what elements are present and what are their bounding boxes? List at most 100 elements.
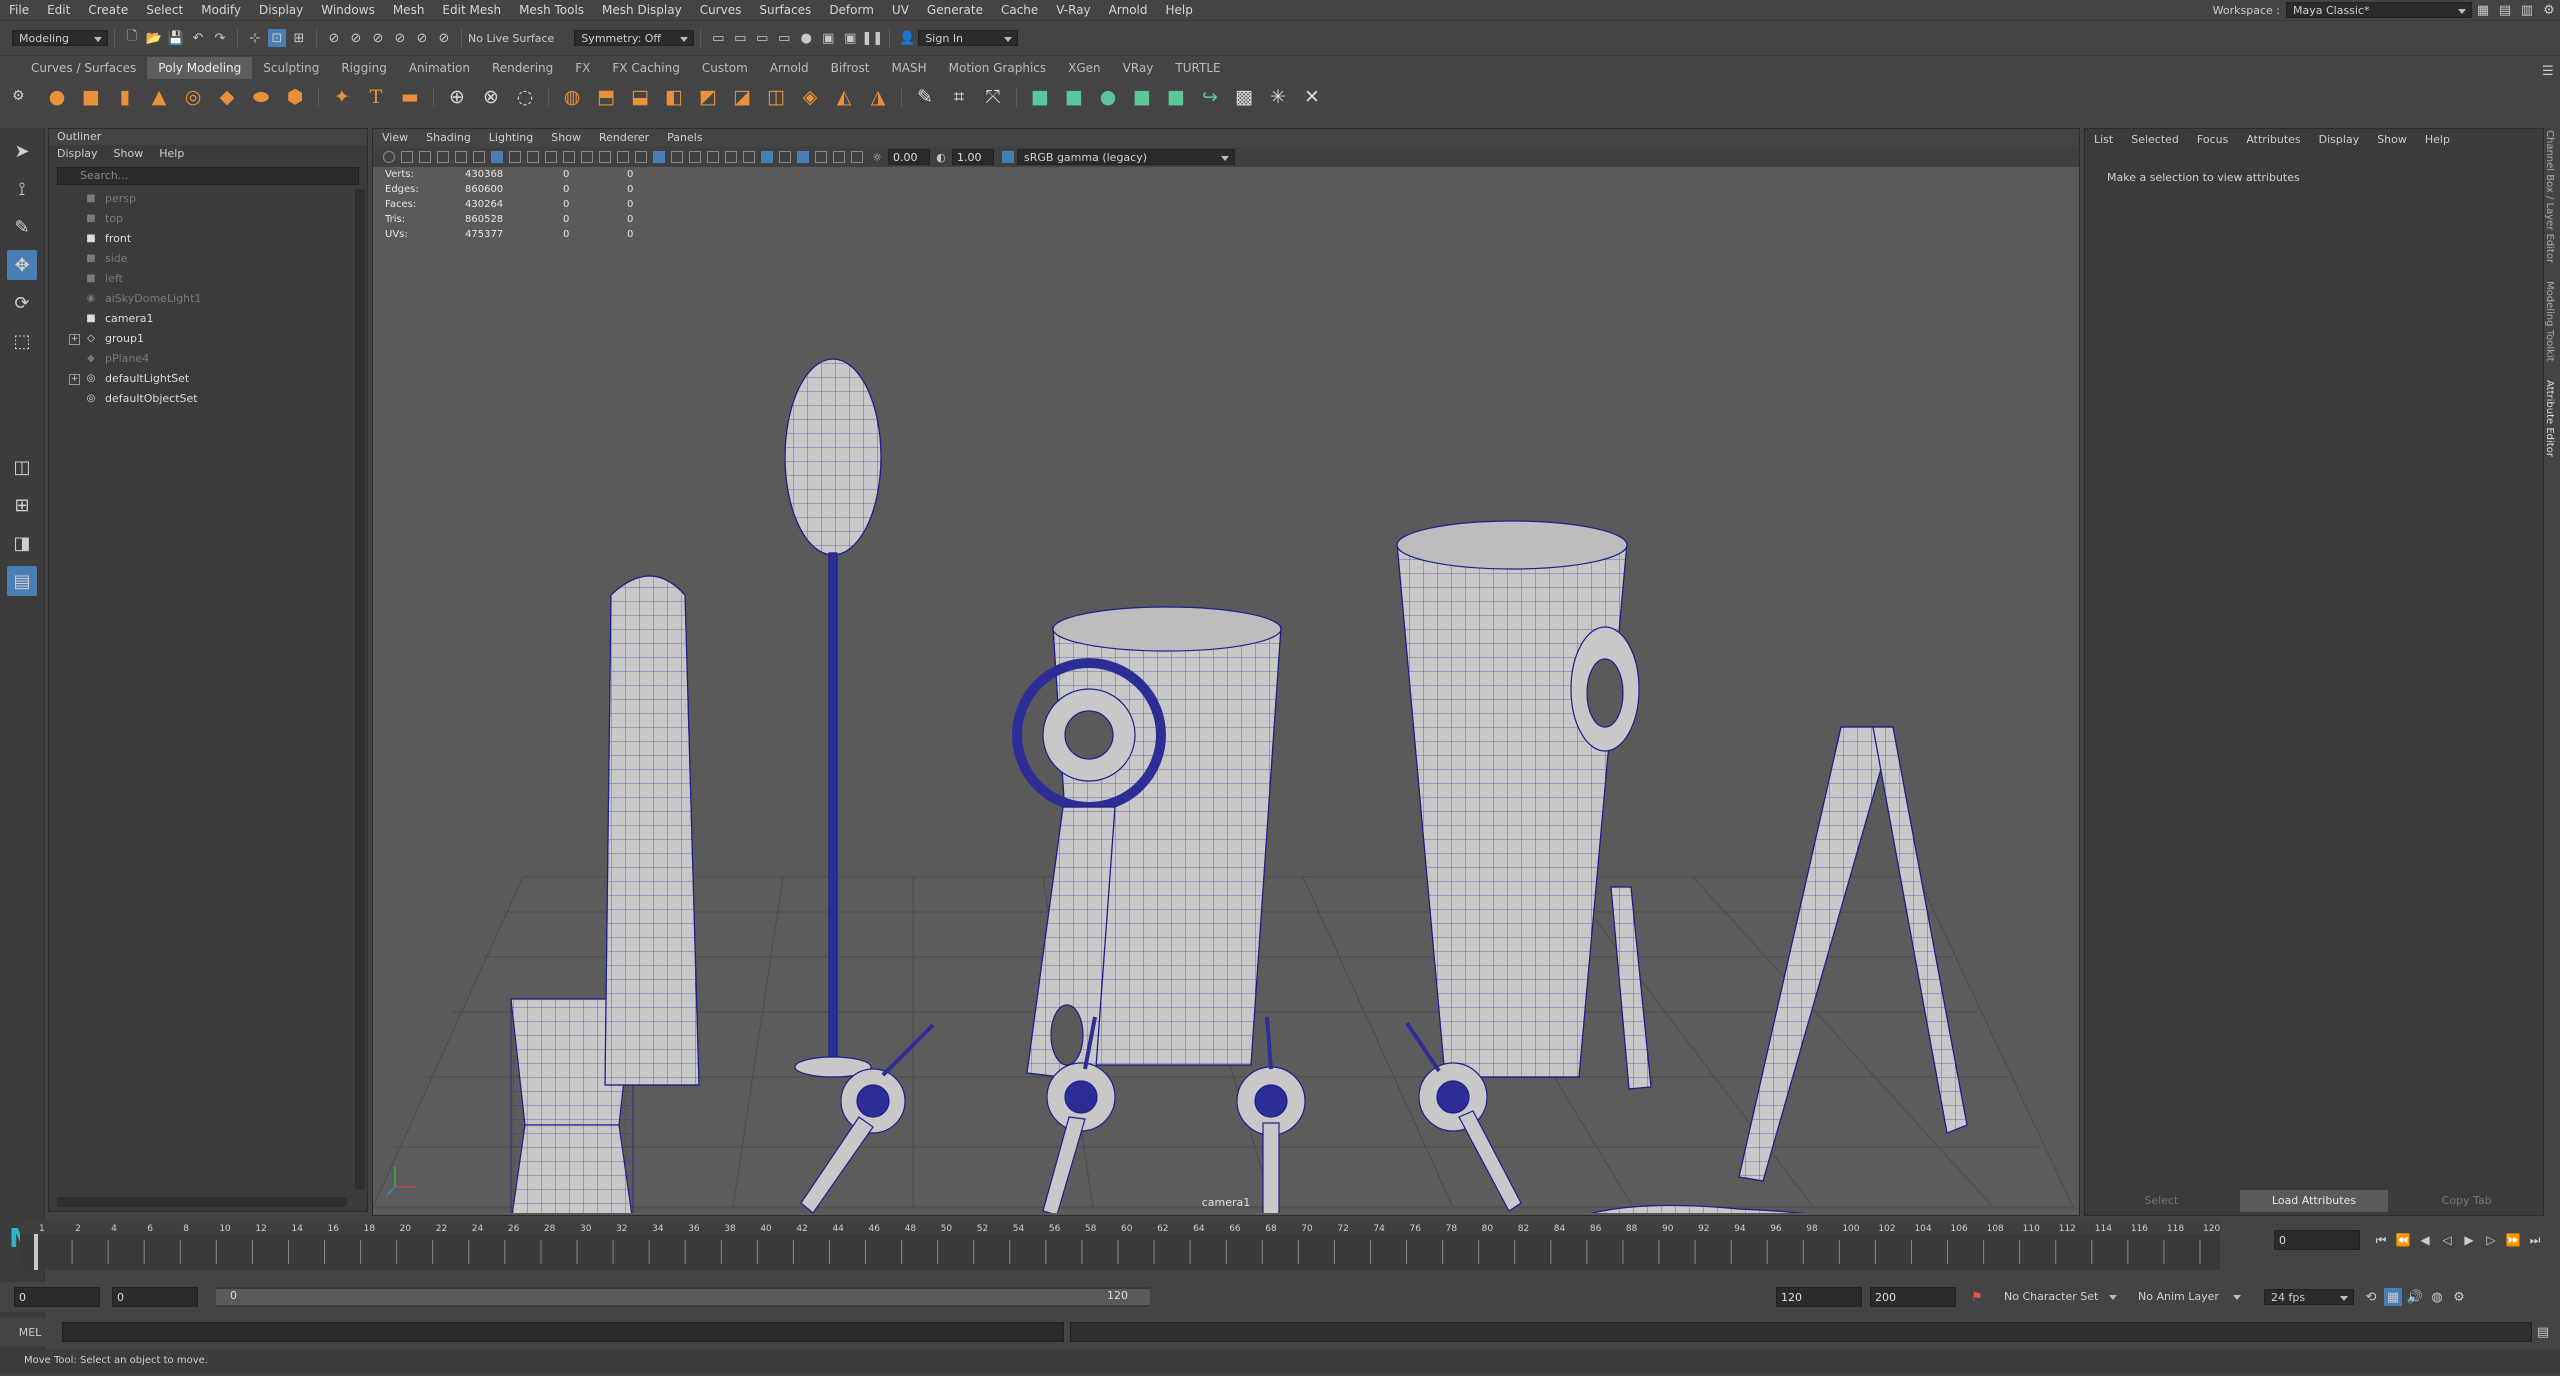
boolean-icon[interactable]: ◍ (558, 83, 586, 111)
outliner-scrollbar[interactable] (355, 189, 365, 1189)
toggle-panels-icon[interactable]: ▥ (2518, 1, 2536, 19)
pause-render-icon[interactable]: ❚❚ (861, 29, 883, 47)
menu-mesh[interactable]: Mesh (384, 0, 434, 20)
bevel-icon[interactable]: ◧ (660, 83, 688, 111)
menu-select[interactable]: Select (137, 0, 192, 20)
shelf-tab-fx-caching[interactable]: FX Caching (601, 57, 690, 79)
current-time-indicator[interactable] (34, 1234, 38, 1270)
open-scene-icon[interactable]: 📂 (145, 29, 163, 47)
safe-title-icon[interactable] (599, 151, 611, 163)
color-space-dropdown[interactable]: sRGB gamma (legacy) (1017, 149, 1235, 165)
uv-checker-icon[interactable]: ▩ (1230, 83, 1258, 111)
outliner-item[interactable]: + ◎ defaultLightSet (49, 369, 367, 389)
anim-prefs-icon[interactable]: ⚙ (2450, 1288, 2468, 1306)
bridge-icon[interactable]: ⬓ (626, 83, 654, 111)
command-language-label[interactable]: MEL (0, 1326, 60, 1339)
fps-dropdown[interactable]: 24 fps (2264, 1289, 2354, 1305)
step-forward-key-icon[interactable]: ⏩ (2505, 1232, 2521, 1248)
shelf-tab-custom[interactable]: Custom (691, 57, 759, 79)
menu-deform[interactable]: Deform (820, 0, 883, 20)
snap-surface-icon[interactable]: ⊘ (413, 29, 431, 47)
shelf-tab-animation[interactable]: Animation (398, 57, 481, 79)
outliner-item[interactable]: ■ camera1 (49, 309, 367, 329)
select-component-icon[interactable]: ⊞ (290, 29, 308, 47)
2d-pan-zoom-icon[interactable] (455, 151, 467, 163)
viewport-menu-shading[interactable]: Shading (417, 129, 480, 147)
combine-icon[interactable]: ⊕ (443, 83, 471, 111)
character-set-dropdown[interactable]: No Character Set (1998, 1289, 2122, 1305)
range-slider[interactable]: 0 120 (216, 1287, 1150, 1307)
time-slider[interactable]: 1 2 4 6 8 10 12 14 16 18 20 22 24 26 28 30 32 34 36 38 40 42 4… (20, 1220, 2220, 1270)
end-time-field[interactable]: 200 (1870, 1287, 1956, 1307)
shelf-settings-icon[interactable]: ⚙ (12, 88, 25, 104)
outliner-item[interactable]: ■ left (49, 269, 367, 289)
script-editor-icon[interactable]: ▤ (2534, 1323, 2552, 1341)
select-button[interactable]: Select (2087, 1190, 2236, 1212)
uv-unfold-icon[interactable]: ✕ (1298, 83, 1326, 111)
paint-select-icon[interactable]: ✎ (7, 212, 37, 242)
grease-pencil-icon[interactable] (473, 151, 485, 163)
anim-start-field[interactable]: 0 (112, 1287, 198, 1307)
wireframe-on-shaded-icon[interactable] (653, 151, 665, 163)
menu-help[interactable]: Help (1157, 0, 1202, 20)
gate-mask-icon[interactable] (545, 151, 557, 163)
grid-toggle-icon[interactable] (491, 151, 503, 163)
isolate-select-icon[interactable] (797, 151, 809, 163)
camera-attr-icon[interactable] (401, 151, 413, 163)
attr-menu-list[interactable]: List (2085, 131, 2122, 149)
hypershade-icon[interactable]: ● (797, 29, 815, 47)
fill-hole-icon[interactable]: ◩ (694, 83, 722, 111)
redo-icon[interactable]: ↷ (211, 29, 229, 47)
menu-surfaces[interactable]: Surfaces (750, 0, 820, 20)
field-chart-icon[interactable] (563, 151, 575, 163)
append-icon[interactable]: ◪ (728, 83, 756, 111)
viewport-menu-lighting[interactable]: Lighting (480, 129, 542, 147)
two-view-layout-icon[interactable]: ◨ (7, 528, 37, 558)
uv-camera-icon[interactable]: ■ (1162, 83, 1190, 111)
play-forwards-icon[interactable]: ▶ (2461, 1232, 2477, 1248)
shelf-tab-curves-surfaces[interactable]: Curves / Surfaces (20, 57, 147, 79)
outliner-search-input[interactable]: Search... (57, 167, 359, 185)
anti-aliasing-icon[interactable] (761, 151, 773, 163)
bookmark-icon[interactable] (419, 151, 431, 163)
menu-edit[interactable]: Edit (38, 0, 79, 20)
shelf-tab-rigging[interactable]: Rigging (330, 57, 397, 79)
shelf-tab-xgen[interactable]: XGen (1057, 57, 1112, 79)
render-view-icon[interactable]: ▭ (709, 29, 727, 47)
shelf-tab-fx[interactable]: FX (564, 57, 601, 79)
render-frame-icon[interactable]: ▭ (731, 29, 749, 47)
workspace-dropdown[interactable]: Maya Classic* (2286, 2, 2472, 18)
camera-select-icon[interactable] (383, 151, 395, 163)
uv-spherical-icon[interactable]: ● (1094, 83, 1122, 111)
go-to-end-icon[interactable]: ⏭ (2527, 1232, 2543, 1248)
smooth-shade-icon[interactable] (635, 151, 647, 163)
load-attributes-button[interactable]: Load Attributes (2239, 1190, 2389, 1212)
attr-menu-display[interactable]: Display (2310, 131, 2369, 149)
shelf-tab-sculpting[interactable]: Sculpting (252, 57, 330, 79)
menu-windows[interactable]: Windows (312, 0, 384, 20)
super-shape-icon[interactable]: ✦ (328, 83, 356, 111)
attr-menu-help[interactable]: Help (2416, 131, 2459, 149)
side-tab-channel-box-layer-editor[interactable]: Channel Box / Layer Editor (2544, 130, 2555, 263)
film-gate-icon[interactable] (509, 151, 521, 163)
smooth-icon[interactable]: ◌ (511, 83, 539, 111)
anim-layer-dropdown[interactable]: No Anim Layer (2132, 1289, 2246, 1305)
move-tool-icon[interactable]: ✥ (7, 250, 37, 280)
arnold-render-icon[interactable]: ▣ (819, 29, 837, 47)
outliner-item[interactable]: ◆ pPlane4 (49, 349, 367, 369)
uv-planar-icon[interactable]: ■ (1026, 83, 1054, 111)
menu-mesh-tools[interactable]: Mesh Tools (510, 0, 593, 20)
menu-curves[interactable]: Curves (691, 0, 751, 20)
scale-tool-icon[interactable]: ⬚ (7, 326, 37, 356)
quadrangulate-icon[interactable]: ◮ (864, 83, 892, 111)
resolution-gate-icon[interactable] (527, 151, 539, 163)
snap-live-icon[interactable]: ⊘ (435, 29, 453, 47)
auto-key-icon[interactable]: ⚑ (1968, 1288, 1986, 1306)
menu-mesh-display[interactable]: Mesh Display (593, 0, 691, 20)
four-view-layout-icon[interactable]: ⊞ (7, 490, 37, 520)
outliner-layout-icon[interactable]: ▤ (7, 566, 37, 596)
poly-disc-icon[interactable]: ⬬ (247, 83, 275, 111)
step-forward-frame-icon[interactable]: ▷ (2483, 1232, 2499, 1248)
ambient-occlusion-icon[interactable] (725, 151, 737, 163)
mode-selector[interactable]: Modeling (12, 30, 108, 46)
